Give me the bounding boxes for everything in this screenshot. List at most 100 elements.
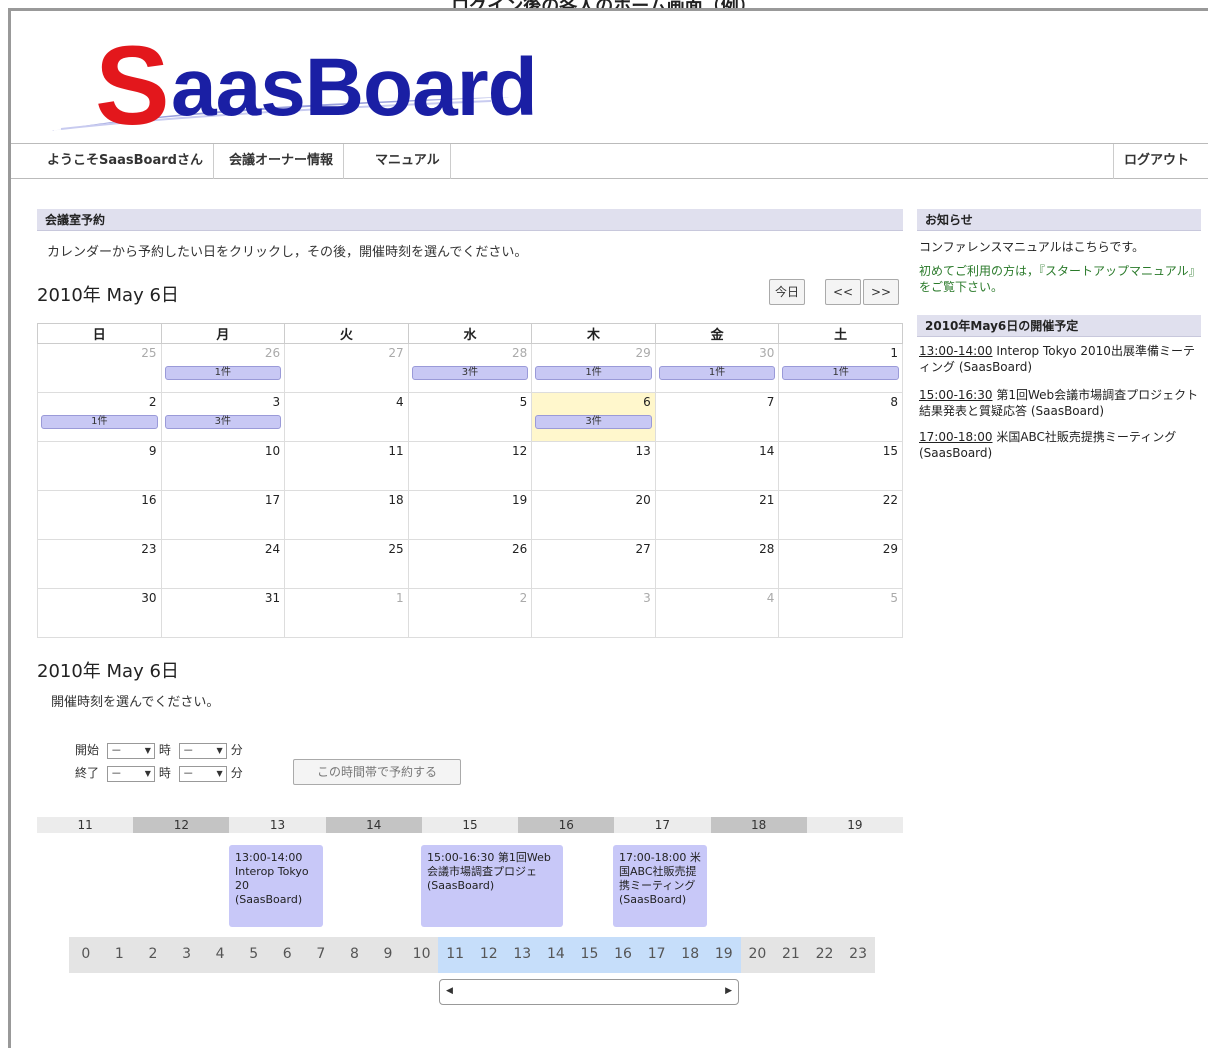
scroll-left-arrow-icon[interactable]: ◀: [446, 986, 453, 996]
calendar-day-cell[interactable]: 25: [284, 539, 409, 589]
calendar-day-cell[interactable]: 22: [778, 490, 903, 540]
timeline-event[interactable]: 17:00-18:00 米国ABC社販売提携ミーティング (SaasBoard): [613, 845, 707, 927]
day-hour-cell[interactable]: 14: [539, 937, 573, 973]
timeline-scrollbar[interactable]: ◀ ▶: [439, 979, 739, 1005]
day-hour-cell[interactable]: 1: [103, 937, 137, 973]
day-hour-cell[interactable]: 6: [270, 937, 304, 973]
calendar-day-cell[interactable]: 20: [531, 490, 656, 540]
day-hour-cell[interactable]: 23: [841, 937, 875, 973]
schedule-item-time[interactable]: 13:00-14:00: [919, 344, 993, 358]
end-minute-select[interactable]: － ▼: [178, 765, 227, 782]
reserve-timeslot-button[interactable]: この時間帯で予約する: [293, 759, 461, 785]
event-count-badge[interactable]: 1件: [164, 366, 282, 380]
calendar-day-cell[interactable]: 26: [407, 539, 533, 589]
day-hour-cell[interactable]: 15: [572, 937, 607, 973]
calendar-day-cell[interactable]: 15: [778, 441, 903, 491]
calendar-day-cell[interactable]: 9: [37, 441, 162, 491]
calendar-day-cell[interactable]: 7: [654, 392, 780, 442]
news-startup-link[interactable]: 初めてご利用の方は，『スタートアップマニュアル』をご覧下さい。: [919, 263, 1201, 295]
calendar-day-cell[interactable]: 29: [778, 539, 903, 589]
day-hour-cell[interactable]: 18: [673, 937, 707, 973]
calendar-day-cell[interactable]: 5: [407, 392, 533, 442]
day-hour-cell[interactable]: 4: [203, 937, 237, 973]
day-hour-cell[interactable]: 10: [405, 937, 439, 973]
event-count-badge[interactable]: 3件: [411, 366, 529, 380]
event-count-badge[interactable]: 1件: [41, 415, 158, 429]
scroll-right-arrow-icon[interactable]: ▶: [725, 986, 732, 996]
today-button[interactable]: 今日: [769, 279, 805, 305]
schedule-item[interactable]: 15:00-16:30 第1回Web会議市場調査プロジェクト結果発表と質疑応答 …: [919, 387, 1201, 419]
calendar-day-cell[interactable]: 6 3件: [531, 392, 656, 442]
day-number: 28: [511, 346, 528, 360]
calendar-day-cell[interactable]: 14: [654, 441, 780, 491]
start-hour-select[interactable]: － ▼: [106, 742, 155, 759]
day-hour-cell[interactable]: 7: [304, 937, 338, 973]
calendar-day-cell[interactable]: 30 1件: [654, 343, 780, 393]
event-count-badge[interactable]: 1件: [658, 366, 776, 380]
day-hour-cell[interactable]: 20: [741, 937, 775, 973]
calendar-day-cell[interactable]: 27: [284, 343, 409, 393]
schedule-item[interactable]: 17:00-18:00 米国ABC社販売提携ミーティング (SaasBoard): [919, 429, 1201, 461]
day-hour-cell[interactable]: 2: [136, 937, 170, 973]
day-hour-cell[interactable]: 17: [639, 937, 674, 973]
calendar-day-cell[interactable]: 19: [407, 490, 533, 540]
calendar-day-cell[interactable]: 26 1件: [160, 343, 286, 393]
timeline-event[interactable]: 13:00-14:00 Interop Tokyo 20 (SaasBoard): [229, 845, 323, 927]
calendar-day-cell[interactable]: 5: [778, 588, 903, 638]
calendar-day-cell[interactable]: 1 1件: [778, 343, 903, 393]
timeline-event[interactable]: 15:00-16:30 第1回Web会議市場調査プロジェ (SaasBoard): [421, 845, 563, 927]
calendar-day-cell[interactable]: 4: [284, 392, 409, 442]
end-hour-select[interactable]: － ▼: [106, 765, 155, 782]
day-hour-cell[interactable]: 22: [808, 937, 842, 973]
day-hour-cell[interactable]: 5: [237, 937, 271, 973]
day-hour-cell[interactable]: 3: [170, 937, 204, 973]
calendar-day-cell[interactable]: 24: [160, 539, 286, 589]
calendar-day-cell[interactable]: 18: [284, 490, 409, 540]
calendar-day-cell[interactable]: 3: [531, 588, 656, 638]
day-hour-cell[interactable]: 21: [774, 937, 808, 973]
day-hour-cell[interactable]: 19: [706, 937, 741, 973]
day-hour-cell[interactable]: 11: [438, 937, 472, 973]
day-hour-cell[interactable]: 9: [371, 937, 405, 973]
calendar-day-cell[interactable]: 31: [160, 588, 286, 638]
calendar-day-cell[interactable]: 4: [654, 588, 780, 638]
event-count-badge[interactable]: 1件: [782, 366, 899, 380]
next-month-button[interactable]: >>: [863, 279, 899, 305]
schedule-item-time[interactable]: 17:00-18:00: [919, 430, 993, 444]
start-minute-select[interactable]: － ▼: [178, 742, 227, 759]
day-hour-cell[interactable]: 12: [471, 937, 506, 973]
calendar-day-cell[interactable]: 17: [160, 490, 286, 540]
calendar-day-cell[interactable]: 8: [778, 392, 903, 442]
event-count-badge[interactable]: 1件: [535, 366, 652, 380]
calendar-day-cell[interactable]: 21: [654, 490, 780, 540]
calendar-day-cell[interactable]: 3 3件: [160, 392, 286, 442]
day-hour-cell[interactable]: 13: [505, 937, 540, 973]
calendar-day-cell[interactable]: 11: [284, 441, 409, 491]
calendar-day-cell[interactable]: 25: [37, 343, 162, 393]
calendar-day-cell[interactable]: 28: [654, 539, 780, 589]
day-hour-cell[interactable]: 16: [606, 937, 640, 973]
day-hour-cell[interactable]: 8: [338, 937, 372, 973]
calendar-day-cell[interactable]: 1: [284, 588, 409, 638]
calendar-day-cell[interactable]: 28 3件: [407, 343, 533, 393]
prev-month-button[interactable]: <<: [825, 279, 861, 305]
calendar-day-cell[interactable]: 30: [37, 588, 162, 638]
day-hour-cell[interactable]: 0: [69, 937, 103, 973]
schedule-item-time[interactable]: 15:00-16:30: [919, 388, 993, 402]
calendar-day-cell[interactable]: 13: [531, 441, 656, 491]
event-count-badge[interactable]: 3件: [535, 415, 652, 429]
calendar-day-cell[interactable]: 23: [37, 539, 162, 589]
news-manual-link[interactable]: コンファレンスマニュアルはこちらです。: [919, 239, 1201, 255]
calendar-day-cell[interactable]: 2: [407, 588, 533, 638]
calendar-day-cell[interactable]: 10: [160, 441, 286, 491]
calendar-day-cell[interactable]: 27: [531, 539, 656, 589]
calendar-day-cell[interactable]: 12: [407, 441, 533, 491]
schedule-item[interactable]: 13:00-14:00 Interop Tokyo 2010出展準備ミーティング…: [919, 343, 1201, 375]
nav-manual[interactable]: マニュアル: [365, 144, 451, 179]
calendar-day-cell[interactable]: 29 1件: [531, 343, 656, 393]
calendar-day-cell[interactable]: 2 1件: [37, 392, 162, 442]
nav-owner-info[interactable]: 会議オーナー情報: [219, 144, 345, 179]
calendar-day-cell[interactable]: 16: [37, 490, 162, 540]
logout-button[interactable]: ログアウト: [1112, 144, 1199, 179]
event-count-badge[interactable]: 3件: [164, 415, 282, 429]
